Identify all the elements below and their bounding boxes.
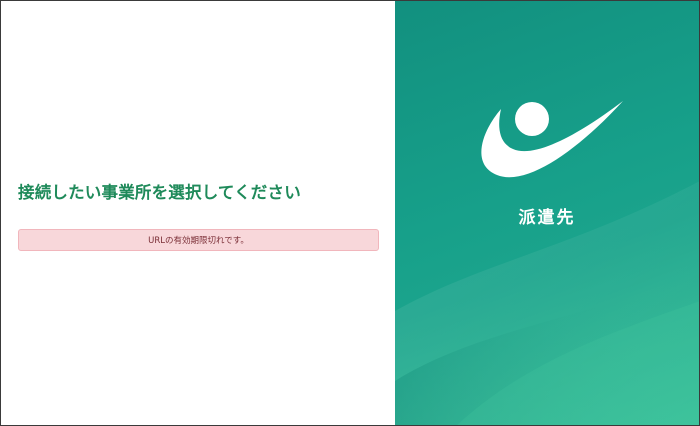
login-window: 接続したい事業所を選択してください URLの有効期限切れです。 派遣先 (0, 0, 700, 426)
brand-label: 派遣先 (518, 208, 576, 228)
page-title: 接続したい事業所を選択してください (18, 183, 301, 202)
brand-logo-icon (481, 101, 623, 178)
error-alert-message: URLの有効期限切れです。 (148, 236, 249, 246)
left-panel: 接続したい事業所を選択してください URLの有効期限切れです。 (1, 1, 395, 425)
error-alert: URLの有効期限切れです。 (18, 229, 379, 251)
brand-panel: 派遣先 (395, 1, 699, 425)
